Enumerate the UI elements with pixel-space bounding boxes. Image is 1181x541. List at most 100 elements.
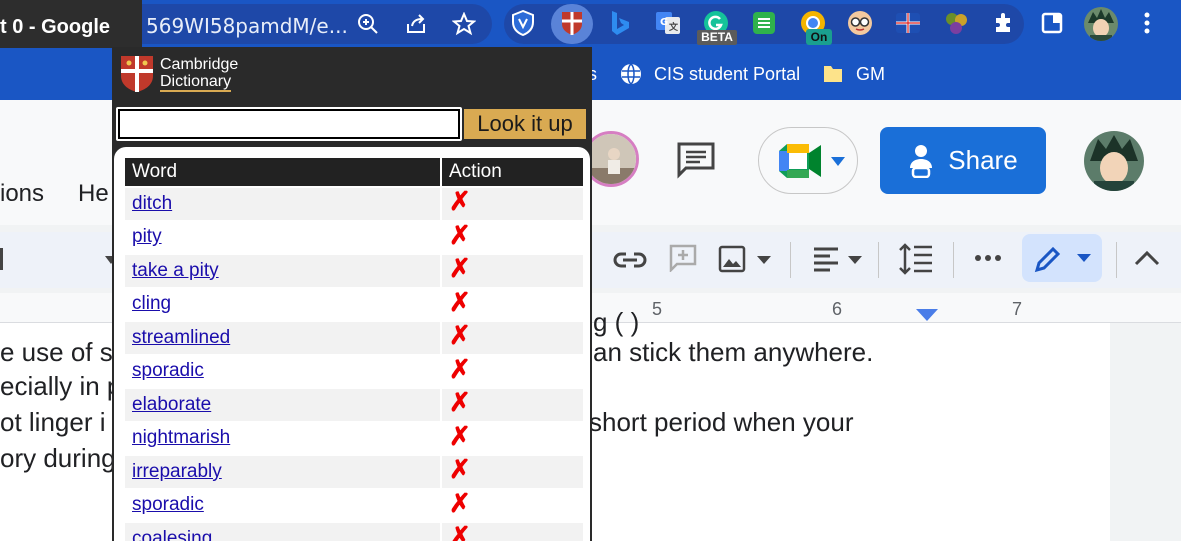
toolbar-divider bbox=[790, 242, 791, 278]
table-row: ditch ✗ bbox=[125, 188, 583, 220]
more-options-icon[interactable] bbox=[974, 254, 1002, 262]
cambridge-shield-icon bbox=[121, 56, 153, 92]
share-button[interactable]: Share bbox=[880, 127, 1046, 194]
table-row: cling ✗ bbox=[125, 288, 583, 320]
toolbar-divider bbox=[1116, 242, 1117, 278]
share-page-icon[interactable] bbox=[404, 12, 428, 36]
delete-word-icon[interactable]: ✗ bbox=[449, 322, 471, 348]
menu-extensions[interactable]: ions bbox=[0, 180, 44, 208]
comments-icon[interactable] bbox=[676, 141, 716, 179]
delete-word-icon[interactable]: ✗ bbox=[449, 523, 471, 541]
word-cell: coalesing bbox=[125, 523, 440, 541]
delete-word-icon[interactable]: ✗ bbox=[449, 188, 471, 214]
table-row: sporadic ✗ bbox=[125, 489, 583, 521]
chevron-up-icon[interactable] bbox=[1134, 250, 1160, 266]
cambridge-dictionary-popup: Cambridge Dictionary Look it up Word Act… bbox=[112, 47, 592, 541]
svg-text:文: 文 bbox=[668, 21, 679, 33]
ruler-number: 6 bbox=[832, 299, 843, 319]
word-link[interactable]: cling bbox=[132, 293, 171, 314]
cambridge-logo: Cambridge Dictionary bbox=[120, 55, 238, 93]
action-cell: ✗ bbox=[442, 322, 583, 354]
pencil-icon bbox=[1034, 246, 1061, 273]
browser-menu-icon[interactable] bbox=[1134, 10, 1160, 36]
zoom-icon[interactable] bbox=[356, 12, 380, 36]
doc-text-line: g ( ) bbox=[593, 307, 640, 337]
line-spacing-icon[interactable] bbox=[898, 243, 934, 275]
delete-word-icon[interactable]: ✗ bbox=[449, 423, 471, 449]
insert-link-icon[interactable] bbox=[612, 246, 648, 274]
table-row: streamlined ✗ bbox=[125, 322, 583, 354]
word-link[interactable]: streamlined bbox=[132, 327, 230, 348]
word-link[interactable]: take a pity bbox=[132, 260, 219, 281]
meet-button[interactable] bbox=[758, 127, 858, 194]
align-left-icon[interactable] bbox=[812, 246, 840, 272]
saved-words-list: ditch ✗ pity ✗ take a pity ✗ cling ✗ streamlined… bbox=[125, 188, 583, 541]
chevron-down-icon[interactable] bbox=[757, 256, 771, 264]
word-link[interactable]: elaborate bbox=[132, 394, 211, 415]
delete-word-icon[interactable]: ✗ bbox=[449, 255, 471, 281]
meet-icon bbox=[779, 144, 821, 178]
word-link[interactable]: coalesing bbox=[132, 528, 212, 541]
extensions-puzzle-icon[interactable] bbox=[991, 10, 1017, 36]
google-translate-icon[interactable]: G文 bbox=[655, 10, 681, 36]
cambridge-wordmark: Cambridge Dictionary bbox=[160, 56, 238, 92]
word-link[interactable]: pity bbox=[132, 226, 162, 247]
word-cell: elaborate bbox=[125, 389, 440, 421]
ruler-number: 5 bbox=[652, 299, 663, 319]
word-link[interactable]: ditch bbox=[132, 193, 172, 214]
bookmark-gm[interactable]: GM bbox=[822, 62, 885, 86]
brand-line-1: Cambridge bbox=[160, 56, 239, 73]
look-it-up-button[interactable]: Look it up bbox=[464, 109, 586, 139]
column-header-word: Word bbox=[125, 158, 440, 186]
delete-word-icon[interactable]: ✗ bbox=[449, 356, 471, 382]
action-cell: ✗ bbox=[442, 489, 583, 521]
delete-word-icon[interactable]: ✗ bbox=[449, 490, 471, 516]
menu-help[interactable]: He bbox=[78, 180, 109, 208]
address-bar[interactable]: 569WI58pamdM/e... bbox=[142, 4, 492, 44]
doc-text-line: an stick them anywhere. bbox=[593, 337, 874, 367]
word-link[interactable]: nightmarish bbox=[132, 427, 230, 448]
word-link[interactable]: sporadic bbox=[132, 360, 204, 381]
right-indent-marker-icon[interactable] bbox=[916, 309, 938, 321]
chevron-down-icon bbox=[1077, 254, 1091, 262]
share-label: Share bbox=[948, 145, 1018, 175]
doc-text-line: short period when your bbox=[589, 407, 854, 437]
action-cell: ✗ bbox=[442, 456, 583, 488]
add-comment-icon[interactable] bbox=[669, 244, 697, 272]
word-link[interactable]: sporadic bbox=[132, 494, 204, 515]
bing-icon[interactable] bbox=[607, 10, 633, 36]
svg-text:G: G bbox=[660, 17, 668, 28]
tab-sync-icon[interactable] bbox=[751, 10, 777, 36]
address-url[interactable]: 569WI58pamdM/e... bbox=[146, 14, 348, 38]
action-cell: ✗ bbox=[442, 523, 583, 541]
action-cell: ✗ bbox=[442, 255, 583, 287]
folder-icon bbox=[824, 66, 842, 82]
delete-word-icon[interactable]: ✗ bbox=[449, 389, 471, 415]
delete-word-icon[interactable]: ✗ bbox=[449, 289, 471, 315]
toolbar-left-edge bbox=[0, 248, 3, 270]
column-header-action: Action bbox=[442, 158, 583, 186]
vpn-shield-icon[interactable] bbox=[510, 10, 536, 36]
delete-word-icon[interactable]: ✗ bbox=[449, 456, 471, 482]
toolbar-divider bbox=[953, 242, 954, 278]
glasses-face-icon[interactable] bbox=[847, 10, 873, 36]
bookmark-star-icon[interactable] bbox=[452, 12, 476, 36]
browser-profile-avatar[interactable] bbox=[1084, 7, 1118, 41]
cambridge-dictionary-icon[interactable] bbox=[559, 10, 585, 36]
word-cell: irreparably bbox=[125, 456, 440, 488]
side-panel-icon[interactable] bbox=[1039, 10, 1065, 36]
account-avatar[interactable] bbox=[1084, 131, 1144, 191]
table-row: take a pity ✗ bbox=[125, 255, 583, 287]
word-link[interactable]: irreparably bbox=[132, 461, 222, 482]
delete-word-icon[interactable]: ✗ bbox=[449, 222, 471, 248]
insert-image-icon[interactable] bbox=[718, 245, 746, 273]
editing-mode-button[interactable] bbox=[1022, 234, 1102, 282]
bookmark-cis-portal[interactable]: CIS student Portal bbox=[620, 62, 800, 86]
color-dots-icon[interactable] bbox=[943, 10, 969, 36]
chevron-down-icon[interactable] bbox=[848, 256, 862, 264]
doc-text-line: ory during bbox=[0, 443, 116, 473]
dictionary-search-input[interactable] bbox=[116, 107, 462, 141]
doc-text-line: e use of s bbox=[0, 337, 113, 367]
action-cell: ✗ bbox=[442, 389, 583, 421]
flag-extension-icon[interactable] bbox=[895, 10, 921, 36]
